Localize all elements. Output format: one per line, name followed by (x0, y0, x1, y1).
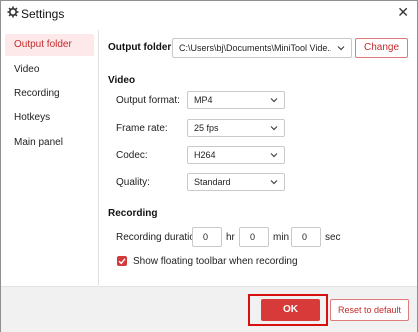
title-bar: Settings ✕ (1, 1, 417, 27)
codec-label: Codec: (116, 150, 148, 161)
duration-hours-input[interactable]: 0 (192, 227, 222, 247)
hours-value: 0 (203, 232, 209, 242)
quality-value: Standard (194, 177, 231, 187)
output-format-value: MP4 (194, 95, 213, 105)
settings-content: Output folder C:\Users\bj\Documents\Mini… (99, 30, 417, 285)
chevron-down-icon (270, 153, 278, 158)
duration-minutes-input[interactable]: 0 (239, 227, 269, 247)
sidebar-item-recording[interactable]: Recording (5, 83, 94, 105)
floating-toolbar-checkbox[interactable] (117, 256, 127, 266)
output-path-value: C:\Users\bj\Documents\MiniTool Vide... (179, 43, 331, 53)
output-path-field[interactable]: C:\Users\bj\Documents\MiniTool Vide... (172, 38, 352, 58)
window-title: Settings (21, 7, 65, 21)
chevron-down-icon (270, 98, 278, 103)
chevron-down-icon (270, 126, 278, 131)
output-format-select[interactable]: MP4 (187, 91, 285, 109)
checkmark-icon (118, 258, 126, 265)
codec-value: H264 (194, 150, 216, 160)
output-format-label: Output format: (116, 95, 180, 106)
sec-unit-label: sec (325, 232, 341, 243)
duration-seconds-input[interactable]: 0 (291, 227, 321, 247)
min-unit-label: min (273, 232, 290, 243)
codec-select[interactable]: H264 (187, 146, 285, 164)
gear-icon (7, 6, 19, 18)
recording-section-title: Recording (108, 208, 158, 219)
quality-select[interactable]: Standard (187, 173, 285, 191)
sidebar-item-video[interactable]: Video (5, 59, 94, 81)
sidebar-item-hotkeys[interactable]: Hotkeys (5, 107, 94, 129)
seconds-value: 0 (302, 232, 308, 242)
quality-label: Quality: (116, 177, 150, 188)
change-button[interactable]: Change (355, 38, 408, 58)
frame-rate-value: 25 fps (194, 123, 219, 133)
chevron-down-icon (337, 46, 345, 51)
ok-button[interactable]: OK (261, 299, 320, 321)
close-icon[interactable]: ✕ (397, 4, 409, 20)
frame-rate-label: Frame rate: (116, 123, 168, 134)
settings-sidebar: Output folder Video Recording Hotkeys Ma… (1, 30, 99, 285)
video-section-title: Video (108, 75, 136, 86)
settings-window: Settings ✕ Output folder Video Recording… (0, 0, 418, 332)
frame-rate-select[interactable]: 25 fps (187, 119, 285, 137)
hr-unit-label: hr (226, 232, 235, 243)
sidebar-item-main-panel[interactable]: Main panel (5, 132, 94, 154)
output-folder-label: Output folder (108, 42, 172, 53)
floating-toolbar-label: Show floating toolbar when recording (133, 256, 298, 267)
minutes-value: 0 (250, 232, 256, 242)
reset-to-default-button[interactable]: Reset to default (330, 299, 409, 321)
recording-duration-label: Recording duration (116, 232, 201, 243)
sidebar-item-output-folder[interactable]: Output folder (5, 34, 94, 56)
chevron-down-icon (270, 180, 278, 185)
